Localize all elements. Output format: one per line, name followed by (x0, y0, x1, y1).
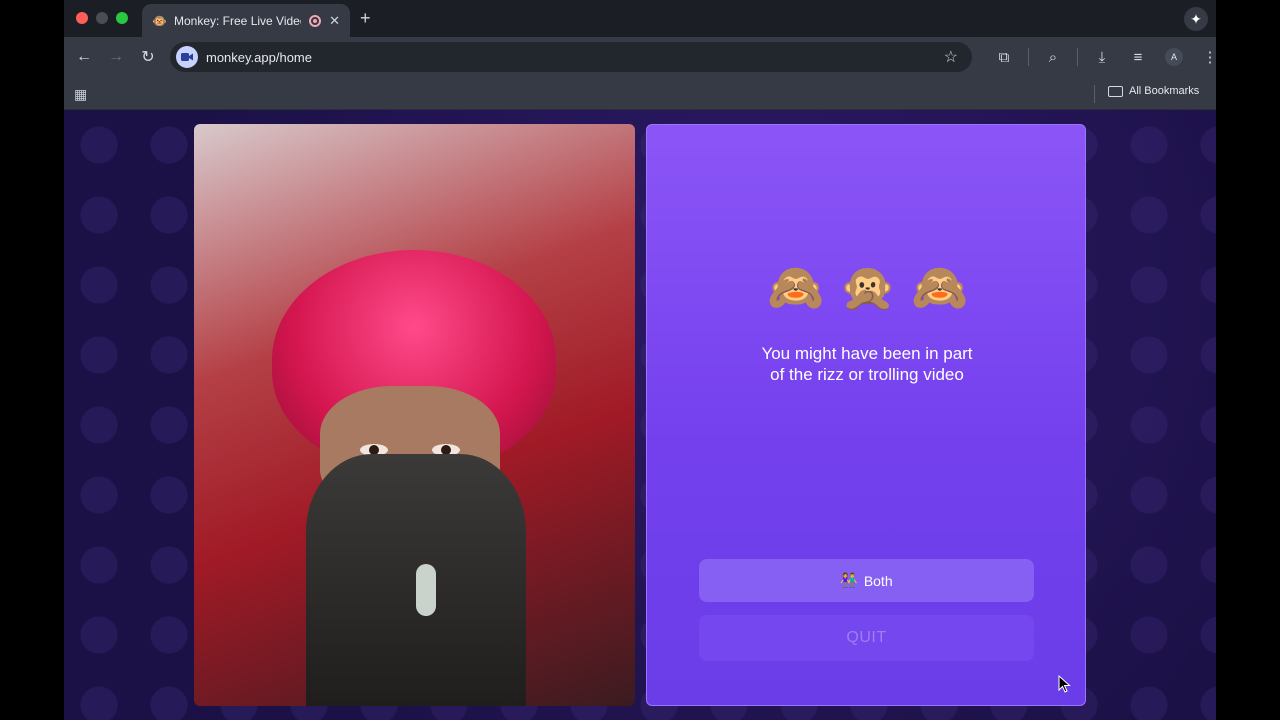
extensions-icon[interactable]: ⧉ (988, 41, 1020, 73)
all-bookmarks-button[interactable]: All Bookmarks (1108, 85, 1199, 97)
bookmark-star-icon[interactable]: ☆ (944, 47, 966, 67)
toolbar: ← → ↻ monkey.app/home ☆ ⧉ ⌕ ⤓ ≡ A ⋮ (64, 37, 1216, 77)
reload-button[interactable]: ↻ (132, 41, 164, 73)
apps-grid-icon[interactable]: ▦ (74, 86, 87, 103)
download-icon[interactable]: ⤓ (1086, 41, 1118, 73)
video-camera-icon[interactable] (176, 46, 198, 68)
gemini-sparkle-icon[interactable]: ✦ (1184, 7, 1208, 31)
speak-no-evil-monkey-icon: 🙊 (839, 261, 897, 313)
folder-icon (1108, 85, 1123, 97)
screen: 🐵 Monkey: Free Live Video C ✕ + ✦ ← → ↻ … (0, 0, 1280, 720)
bookmarks-bar: ▦ All Bookmarks (64, 77, 1216, 110)
warning-message: You might have been in part of the rizz … (761, 344, 973, 384)
video-figure-headphone (416, 564, 436, 616)
see-no-evil-monkey-icon: 🙈 (767, 261, 825, 313)
mouse-cursor-icon (1058, 675, 1071, 693)
maximize-window-button[interactable] (116, 12, 128, 24)
see-no-evil-monkey-icon: 🙈 (911, 261, 969, 313)
quit-button[interactable]: QUIT (699, 615, 1034, 661)
browser-window: 🐵 Monkey: Free Live Video C ✕ + ✦ ← → ↻ … (64, 0, 1216, 720)
toolbar-actions: ⧉ ⌕ ⤓ ≡ A ⋮ (988, 41, 1216, 73)
close-tab-icon[interactable]: ✕ (329, 13, 340, 29)
window-controls (76, 12, 128, 24)
address-bar[interactable]: monkey.app/home ☆ (170, 42, 972, 72)
both-button-label: Both (863, 572, 893, 589)
close-window-button[interactable] (76, 12, 88, 24)
back-button[interactable]: ← (68, 41, 100, 73)
monkey-favicon-icon: 🐵 (152, 13, 167, 28)
bookmarks-divider (1094, 85, 1095, 103)
menu-icon[interactable]: ⋮ (1194, 41, 1217, 73)
toolbar-divider (1028, 48, 1029, 66)
minimize-window-button[interactable] (96, 12, 108, 24)
toolbar-divider (1077, 48, 1078, 66)
tab-strip: 🐵 Monkey: Free Live Video C ✕ + ✦ (64, 0, 1216, 37)
local-video-feed (194, 124, 635, 706)
tab-monkey[interactable]: 🐵 Monkey: Free Live Video C ✕ (142, 4, 350, 37)
recording-icon (309, 14, 322, 27)
couple-icon: 👫 (840, 572, 858, 588)
page-content: 🙈 🙊 🙈 You might have been in part of the… (64, 110, 1216, 720)
both-button[interactable]: 👫 Both (699, 559, 1034, 602)
tab-search-icon[interactable]: ⌕ (1037, 41, 1069, 73)
new-tab-button[interactable]: + (360, 8, 371, 28)
media-controls-icon[interactable]: ≡ (1122, 41, 1154, 73)
tab-title: Monkey: Free Live Video C (174, 13, 301, 28)
chat-panel: 🙈 🙊 🙈 You might have been in part of the… (646, 124, 1086, 706)
avatar: A (1165, 48, 1183, 66)
monkey-emojis: 🙈 🙊 🙈 (647, 259, 1085, 315)
forward-button[interactable]: → (100, 41, 132, 73)
profile-button[interactable]: A (1158, 41, 1190, 73)
url-text[interactable]: monkey.app/home (206, 50, 944, 65)
all-bookmarks-label: All Bookmarks (1129, 85, 1200, 97)
